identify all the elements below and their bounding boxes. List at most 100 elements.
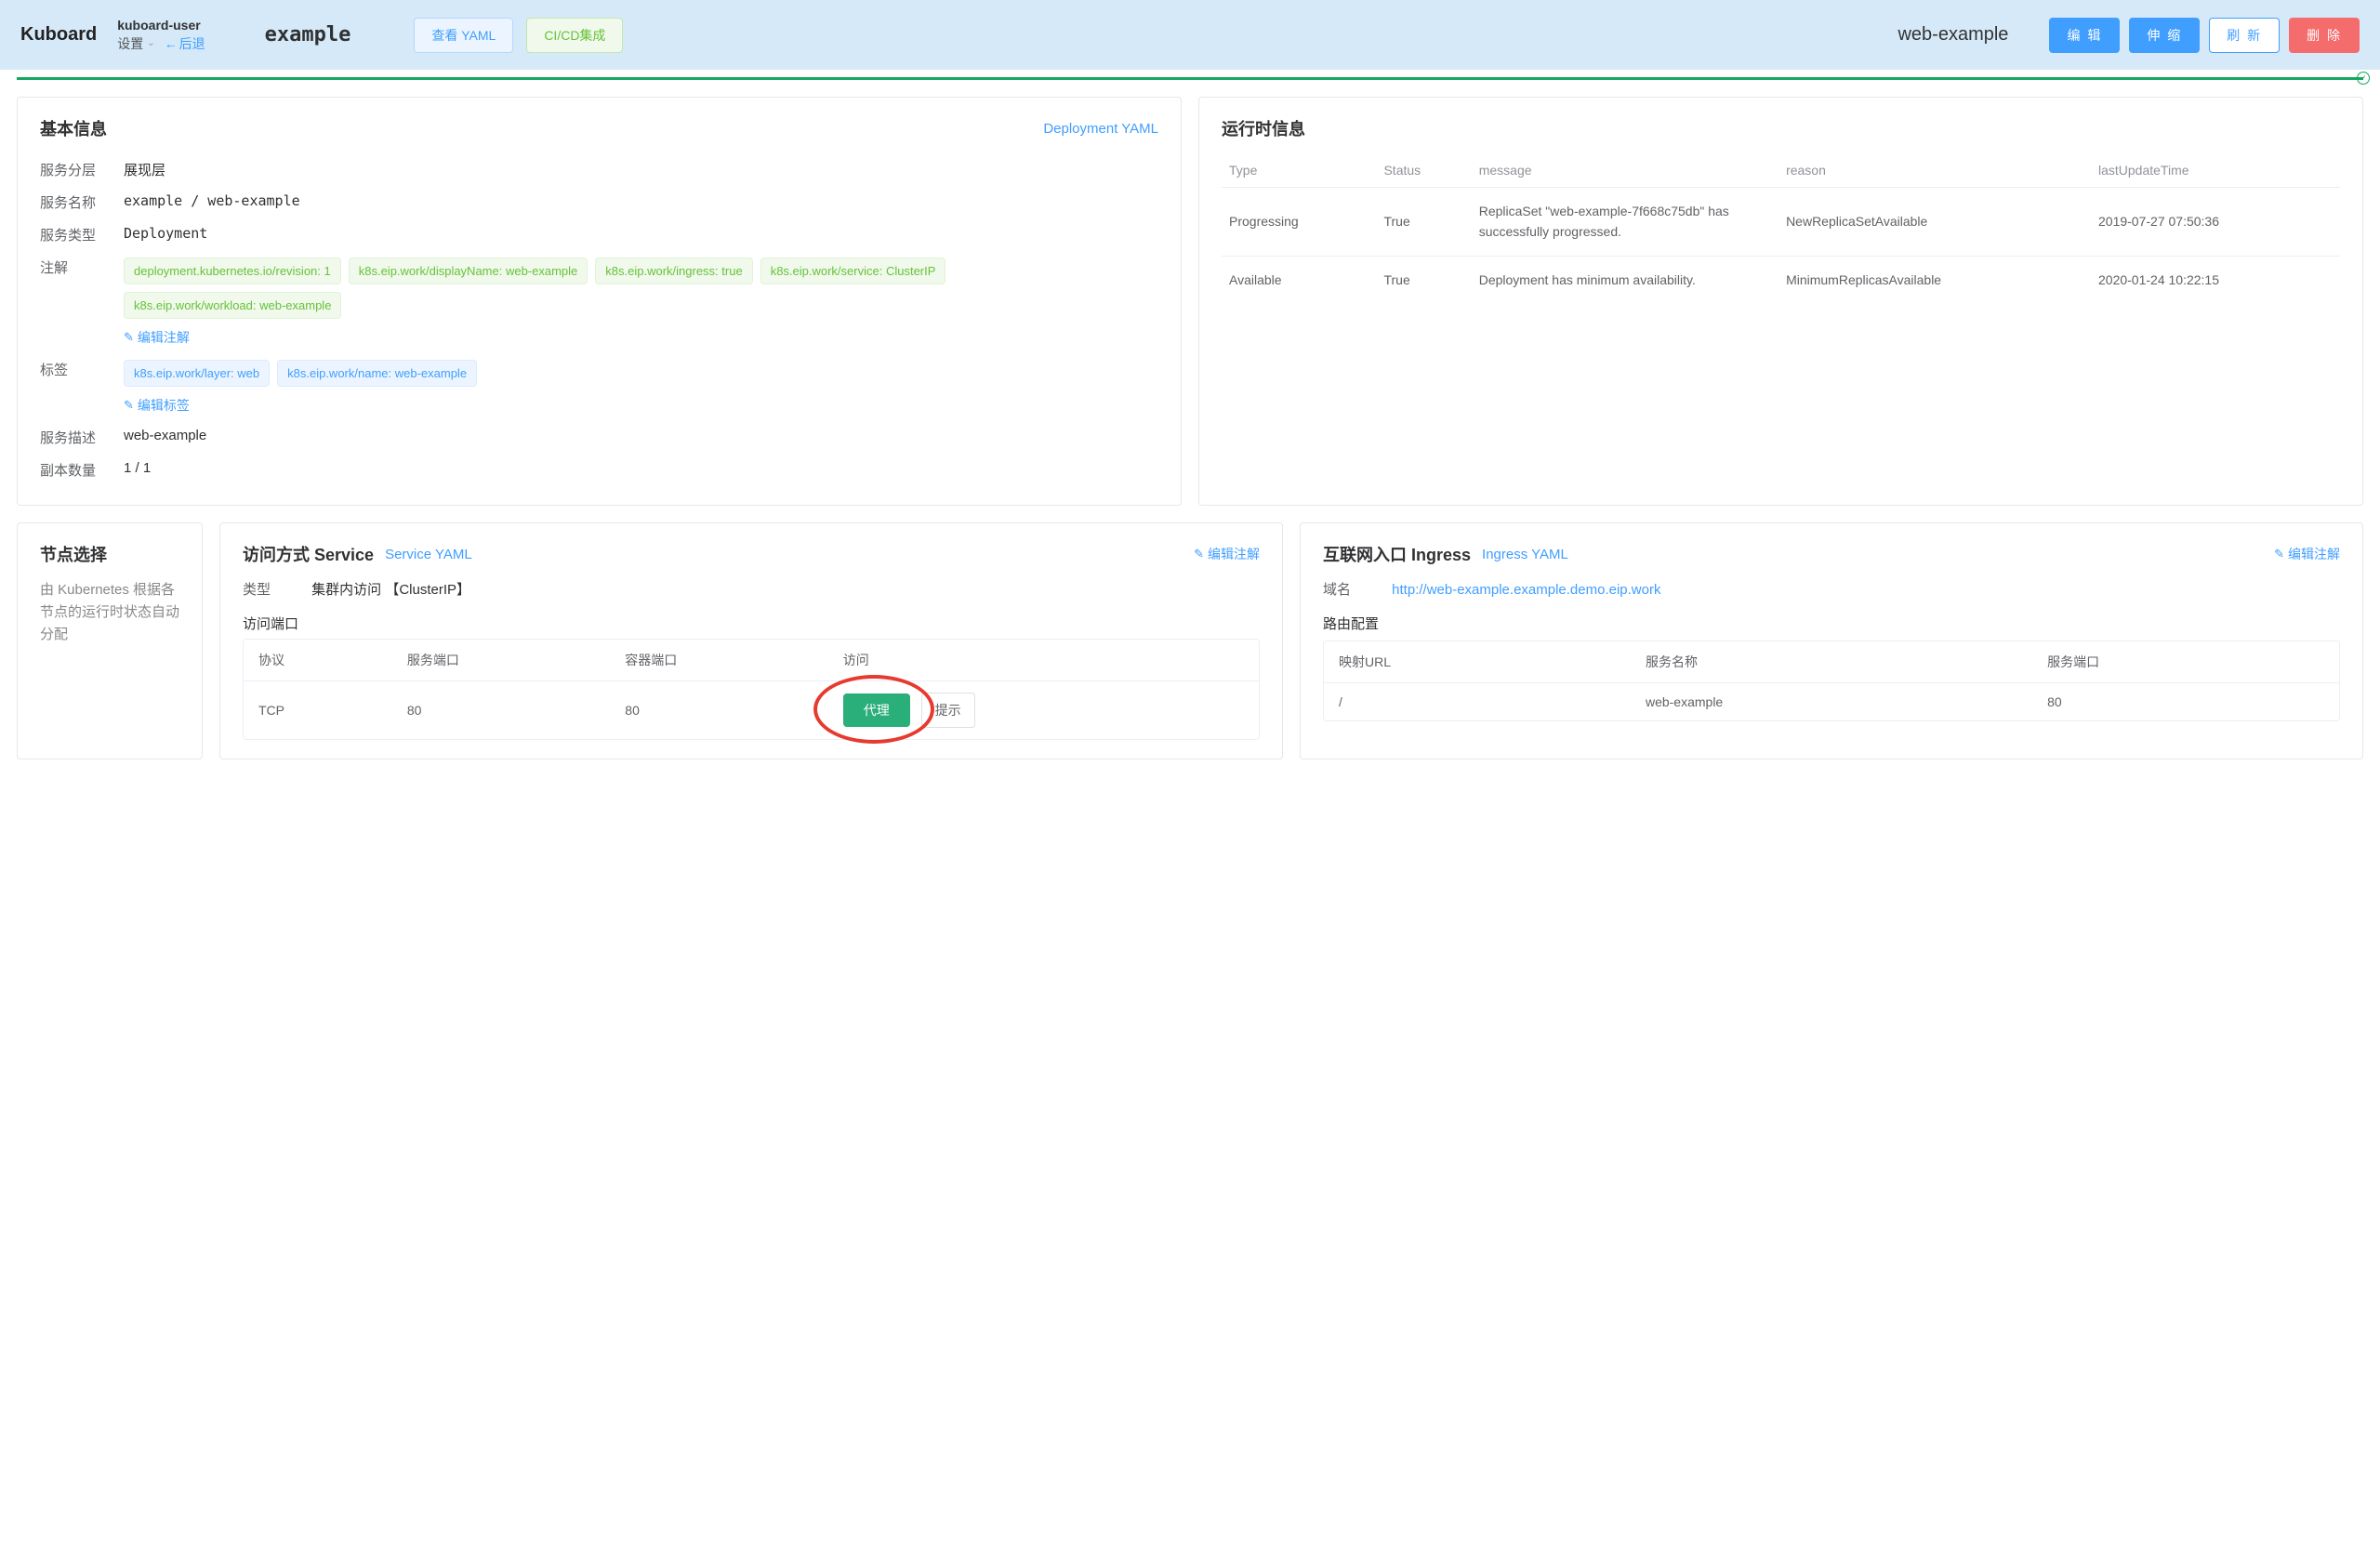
back-link[interactable]: ← 后退 [165, 35, 205, 54]
annotations-label: 注解 [40, 257, 124, 277]
ingress-title: 互联网入口 Ingress [1323, 542, 1471, 566]
route-svc: web-example [1631, 683, 2032, 721]
ports-table: 协议 服务端口 容器端口 访问 TCP 80 80 代理 [243, 639, 1260, 740]
cell-reason: NewReplicaSetAvailable [1778, 188, 2091, 257]
scale-button[interactable]: 伸 缩 [2129, 18, 2200, 53]
description-value: web-example [124, 428, 1158, 443]
replicas-value: 1 / 1 [124, 460, 1158, 476]
edit-button[interactable]: 编 辑 [2049, 18, 2120, 53]
replicas-label: 副本数量 [40, 460, 124, 480]
runtime-table: Type Status message reason lastUpdateTim… [1222, 153, 2340, 303]
domain-link[interactable]: http://web-example.example.demo.eip.work [1392, 582, 1660, 598]
runtime-card: 运行时信息 Type Status message reason lastUpd… [1198, 97, 2363, 506]
layer-value: 展现层 [124, 160, 1158, 179]
col-proto: 协议 [244, 640, 392, 681]
chevron-down-icon: ⌄ [147, 37, 154, 50]
service-card: 访问方式 Service Service YAML ✎ 编辑注解 类型 集群内访… [219, 522, 1283, 759]
pencil-icon: ✎ [2274, 547, 2284, 561]
cell-reason: MinimumReplicasAvailable [1778, 256, 2091, 303]
resource-name: web-example [1897, 24, 2008, 46]
top-bar: Kuboard kuboard-user 设置 ⌄ ← 后退 example 查… [0, 0, 2380, 70]
brand-logo[interactable]: Kuboard [20, 24, 97, 46]
port-sport: 80 [392, 681, 610, 740]
col-access: 访问 [828, 640, 1259, 681]
deployment-yaml-link[interactable]: Deployment YAML [1043, 121, 1158, 137]
cell-message: ReplicaSet "web-example-7f668c75db" has … [1472, 188, 1778, 257]
node-select-title: 节点选择 [40, 542, 107, 566]
basic-info-card: 基本信息 Deployment YAML 服务分层 展现层 服务名称 examp… [17, 97, 1182, 506]
col-port: 服务端口 [2032, 641, 2339, 683]
cell-status: True [1376, 256, 1471, 303]
col-time: lastUpdateTime [2091, 153, 2340, 188]
layer-label: 服务分层 [40, 160, 124, 179]
service-edit-anno[interactable]: ✎ 编辑注解 [1194, 545, 1260, 563]
cell-time: 2019-07-27 07:50:36 [2091, 188, 2340, 257]
pencil-icon: ✎ [1194, 547, 1204, 561]
delete-button[interactable]: 删 除 [2289, 18, 2360, 53]
user-name: kuboard-user [117, 17, 205, 35]
route-port: 80 [2032, 683, 2339, 721]
node-select-desc: 由 Kubernetes 根据各节点的运行时状态自动分配 [40, 579, 179, 646]
basic-info-title: 基本信息 [40, 116, 107, 140]
node-select-card: 节点选择 由 Kubernetes 根据各节点的运行时状态自动分配 [17, 522, 203, 759]
service-name-value: example / web-example [124, 192, 1158, 209]
annotation-tag: k8s.eip.work/displayName: web-example [349, 257, 588, 284]
service-yaml-link[interactable]: Service YAML [385, 547, 472, 562]
cicd-button[interactable]: CI/CD集成 [526, 18, 623, 53]
col-sport: 服务端口 [392, 640, 610, 681]
settings-dropdown[interactable]: 设置 ⌄ [117, 35, 154, 54]
route-url: / [1324, 683, 1631, 721]
cell-type: Available [1222, 256, 1376, 303]
port-proto: TCP [244, 681, 392, 740]
col-message: message [1472, 153, 1778, 188]
table-row: ProgressingTrueReplicaSet "web-example-7… [1222, 188, 2340, 257]
col-status: Status [1376, 153, 1471, 188]
label-tag: k8s.eip.work/name: web-example [277, 360, 477, 387]
annotations-list: deployment.kubernetes.io/revision: 1 k8s.… [124, 257, 1158, 319]
cell-type: Progressing [1222, 188, 1376, 257]
edit-annotations-link[interactable]: ✎ 编辑注解 [124, 328, 190, 347]
annotation-tag: k8s.eip.work/ingress: true [595, 257, 752, 284]
edit-labels-link[interactable]: ✎ 编辑标签 [124, 396, 190, 415]
route-table: 映射URL 服务名称 服务端口 / web-example 80 [1323, 640, 2340, 721]
view-yaml-button[interactable]: 查看 YAML [414, 18, 513, 53]
runtime-title: 运行时信息 [1222, 116, 1305, 140]
col-cport: 容器端口 [610, 640, 827, 681]
pencil-icon: ✎ [124, 398, 134, 413]
ingress-edit-anno[interactable]: ✎ 编辑注解 [2274, 545, 2340, 563]
table-row: AvailableTrueDeployment has minimum avai… [1222, 256, 2340, 303]
cell-time: 2020-01-24 10:22:15 [2091, 256, 2340, 303]
annotation-tag: deployment.kubernetes.io/revision: 1 [124, 257, 341, 284]
pencil-icon: ✎ [124, 330, 134, 345]
labels-label: 标签 [40, 360, 124, 379]
service-title: 访问方式 Service [243, 542, 374, 566]
ingress-yaml-link[interactable]: Ingress YAML [1482, 547, 1568, 562]
cell-status: True [1376, 188, 1471, 257]
label-tag: k8s.eip.work/layer: web [124, 360, 270, 387]
svc-type-value: 集群内访问 【ClusterIP】 [311, 582, 470, 598]
svc-type-label: 类型 [243, 579, 308, 599]
service-name-label: 服务名称 [40, 192, 124, 212]
service-type-label: 服务类型 [40, 225, 124, 244]
col-url: 映射URL [1324, 641, 1631, 683]
arrow-left-icon: ← [165, 35, 178, 54]
namespace-name: example [265, 23, 351, 46]
progress-bar: ✓ [17, 77, 2363, 80]
col-type: Type [1222, 153, 1376, 188]
col-reason: reason [1778, 153, 2091, 188]
route-label: 路由配置 [1323, 614, 2340, 633]
domain-label: 域名 [1323, 579, 1388, 599]
service-type-value: Deployment [124, 225, 1158, 242]
cell-message: Deployment has minimum availability. [1472, 256, 1778, 303]
description-label: 服务描述 [40, 428, 124, 447]
labels-list: k8s.eip.work/layer: web k8s.eip.work/name… [124, 360, 1158, 387]
top-actions: 编 辑 伸 缩 刷 新 删 除 [2049, 18, 2360, 53]
refresh-button[interactable]: 刷 新 [2209, 18, 2280, 53]
col-svc: 服务名称 [1631, 641, 2032, 683]
hint-button[interactable]: 提示 [921, 693, 975, 728]
ports-label: 访问端口 [243, 614, 1260, 633]
annotation-tag: k8s.eip.work/service: ClusterIP [760, 257, 946, 284]
proxy-button[interactable]: 代理 [843, 693, 910, 727]
port-cport: 80 [610, 681, 827, 740]
check-circle-icon: ✓ [2357, 72, 2370, 85]
